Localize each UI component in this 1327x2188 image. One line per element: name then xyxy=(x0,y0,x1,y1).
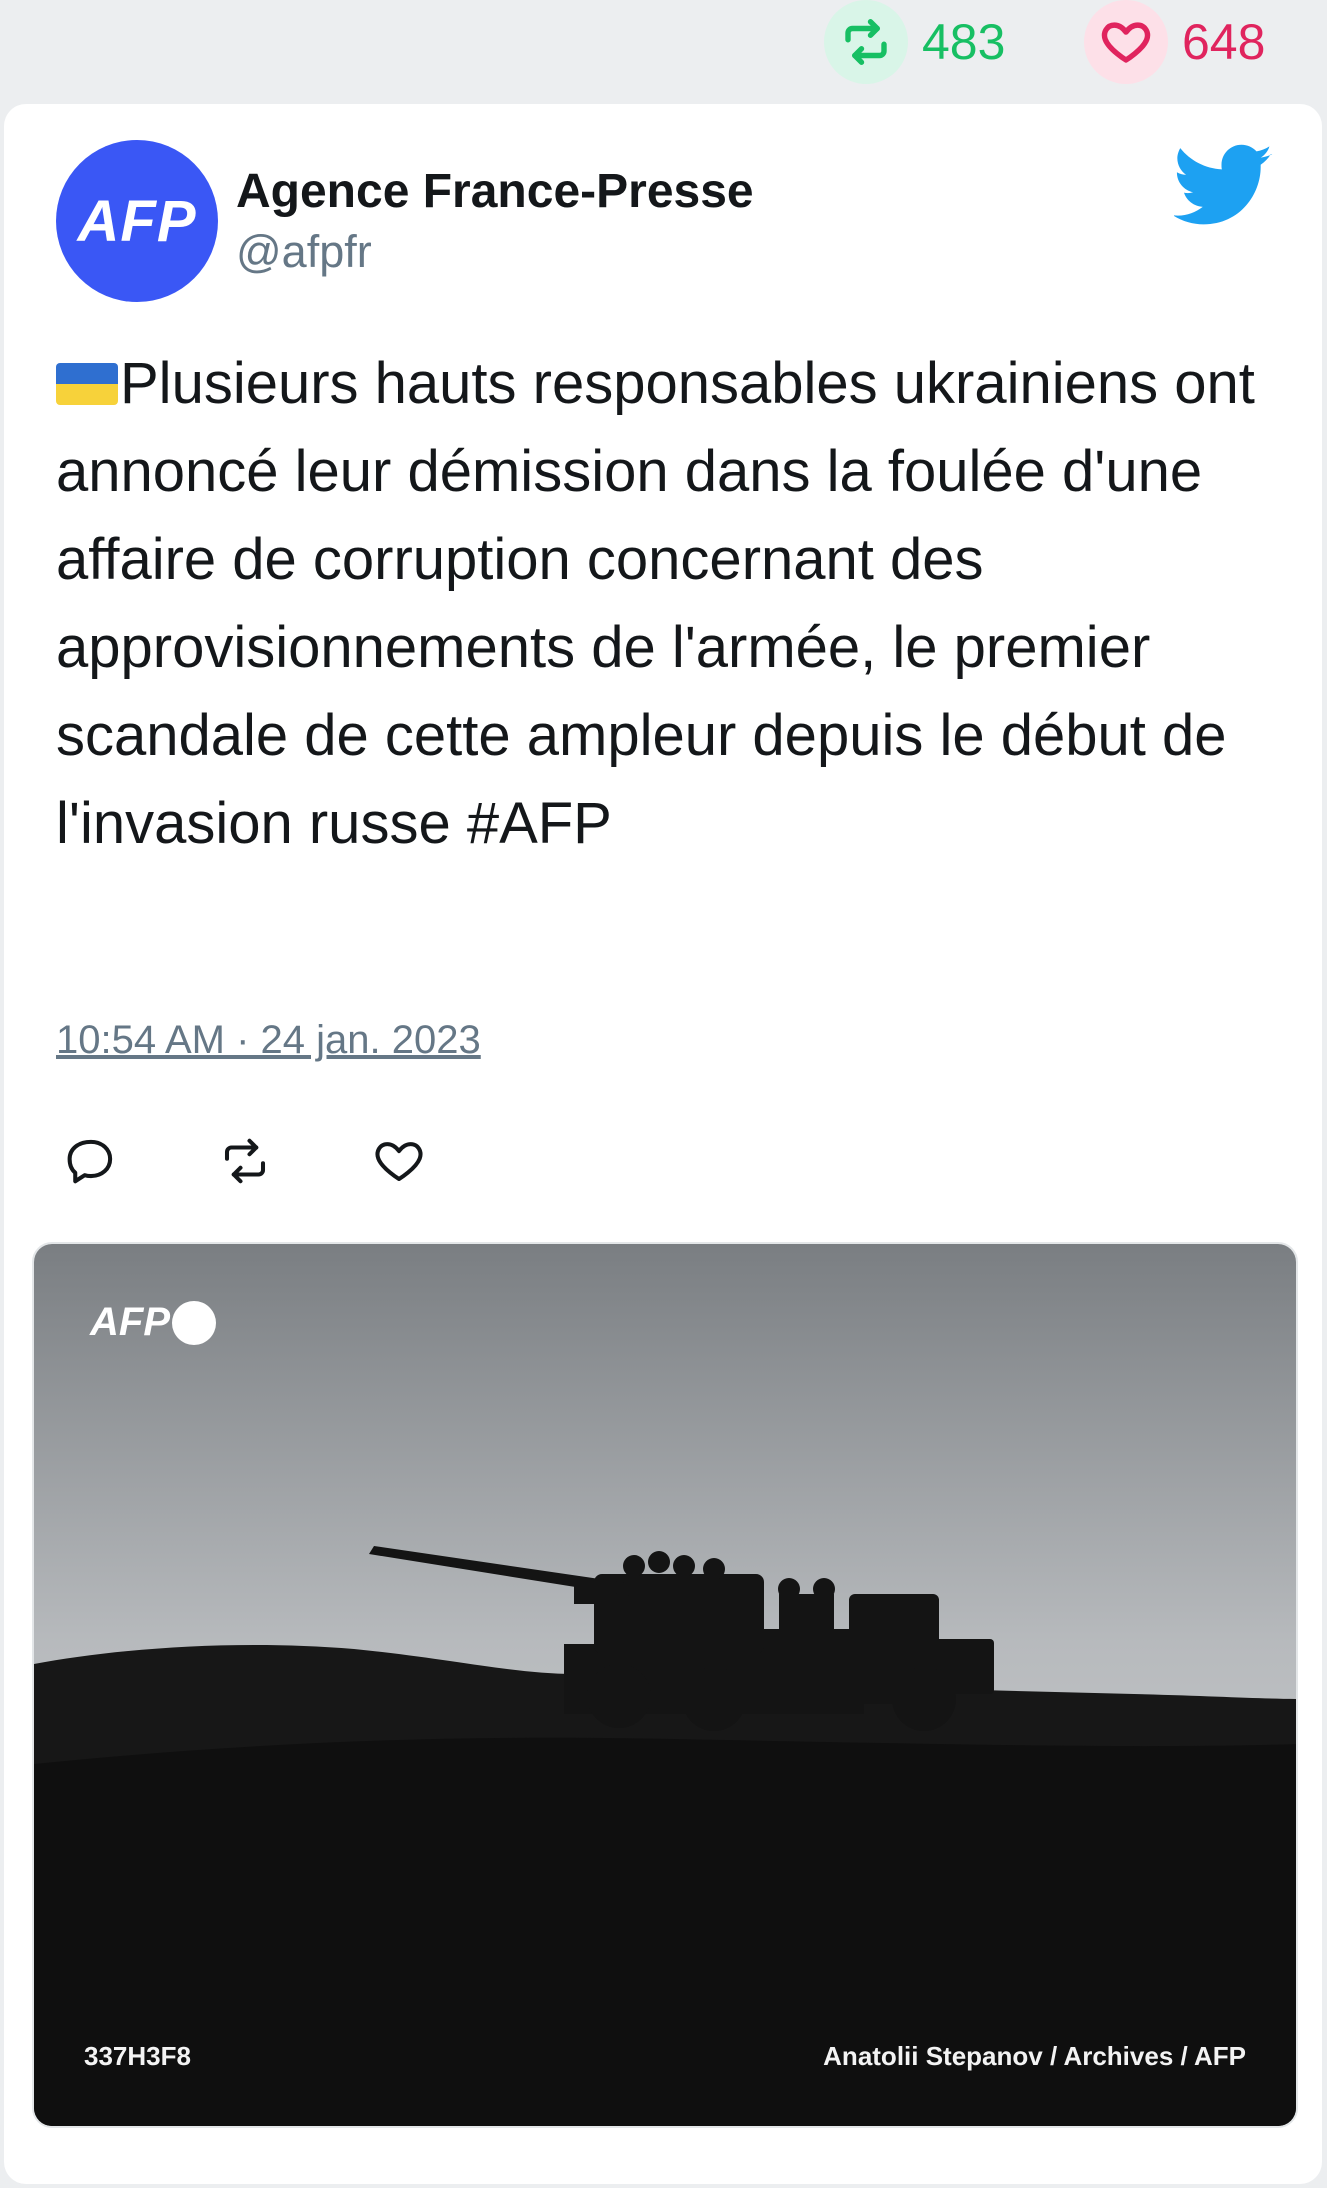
afp-watermark: AFP xyxy=(90,1300,216,1345)
engagement-summary: 483 648 xyxy=(0,0,1327,92)
tweet-timestamp-link[interactable]: 10:54 AM · 24 jan. 2023 xyxy=(56,1018,481,1063)
heart-icon[interactable] xyxy=(1084,0,1168,84)
author-handle[interactable]: @afpfr xyxy=(236,226,372,278)
tweet-photo[interactable]: AFP 337H3F8 Anatolii Stepanov / Archives… xyxy=(32,1242,1298,2128)
author-name[interactable]: Agence France-Presse xyxy=(236,164,754,219)
reply-icon[interactable] xyxy=(64,1134,118,1188)
retweet-icon[interactable] xyxy=(218,1134,272,1188)
afp-watermark-dot xyxy=(172,1300,216,1345)
retweet-count: 483 xyxy=(922,14,1006,70)
tweet-body: Plusieurs hauts responsables ukrainiens … xyxy=(56,351,1255,856)
photo-id: 337H3F8 xyxy=(84,2041,191,2071)
like-count: 648 xyxy=(1182,14,1266,70)
tweet-card: AFP Agence France-Presse @afpfr Plusieur… xyxy=(4,104,1322,2184)
tweet-text: Plusieurs hauts responsables ukrainiens … xyxy=(56,340,1296,868)
avatar[interactable]: AFP xyxy=(56,140,218,302)
retweet-icon[interactable] xyxy=(824,0,908,84)
retweet-stat[interactable]: 483 xyxy=(824,0,1005,84)
artillery-truck-photo xyxy=(34,1244,1296,2126)
ukraine-flag-emoji xyxy=(56,363,118,405)
twitter-bird-icon[interactable] xyxy=(1174,144,1274,228)
like-icon[interactable] xyxy=(372,1134,426,1188)
photo-credit: Anatolii Stepanov / Archives / AFP xyxy=(823,2041,1246,2071)
afp-watermark-text: AFP xyxy=(90,1300,170,1344)
avatar-logo-text: AFP xyxy=(77,188,197,254)
tweet-actions xyxy=(64,1134,526,1188)
like-stat[interactable]: 648 xyxy=(1084,0,1265,84)
